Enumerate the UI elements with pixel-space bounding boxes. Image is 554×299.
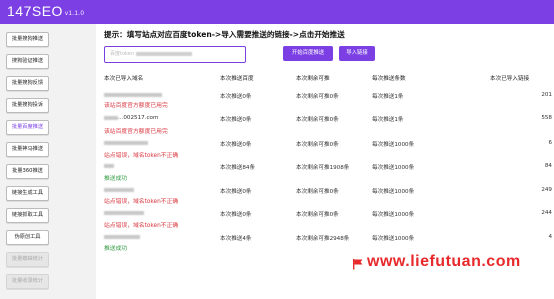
domain-suffix: ...002517.com	[118, 115, 159, 121]
row-status-message: 站点错误，域名token不正确	[104, 199, 179, 205]
table-row-remaining: 本次剩余可推0条	[296, 212, 339, 218]
sidebar-item-baidu-push[interactable]: 批量百度推送	[6, 120, 49, 135]
table-row-remaining: 本次剩余可推2948条	[296, 236, 350, 242]
sidebar-item-link-generator[interactable]: 链接生成工具	[6, 186, 49, 201]
table-row-imported: 249	[541, 187, 552, 193]
table-row-domain: ...002517.com	[104, 115, 158, 121]
sidebar-item-spider-stats[interactable]: 批量蜘蛛统计	[6, 252, 49, 267]
row-status-message: 推送成功	[104, 246, 128, 252]
app-logo: 147SEO v1.1.0	[7, 3, 84, 19]
table-row-remaining: 本次剩余可推0条	[296, 189, 339, 195]
sidebar-item-sogou-complaint[interactable]: 批量搜狗投诉	[6, 98, 49, 113]
table-row-pushed: 本次推送0条	[220, 189, 252, 195]
sidebar-item-sogou-feedback[interactable]: 批量搜狗反馈	[6, 76, 49, 91]
table-row-imported: 4	[548, 234, 552, 240]
table-row-domain	[104, 163, 114, 169]
table-row-domain	[104, 92, 162, 98]
sidebar-item-sogou-verify[interactable]: 搜狗验证推送	[6, 54, 49, 69]
table-row-imported: 201	[541, 92, 552, 98]
app-version: v1.1.0	[64, 11, 85, 17]
table-row-pushed: 本次推送4条	[220, 236, 252, 242]
table-row-pushed: 本次推送0条	[220, 212, 252, 218]
table-row-remaining: 本次剩余可推0条	[296, 117, 339, 123]
row-status-message: 推送成功	[104, 176, 128, 182]
column-header-imported: 本次已导入链接	[490, 76, 530, 82]
instruction-hint: 提示：填写站点对应百度token->导入需要推送的链接->点击开始推送	[104, 30, 345, 39]
table-row-pushed: 本次推送0条	[220, 94, 252, 100]
table-row-per-push: 每次推送1000条	[372, 236, 415, 242]
sidebar-item-index-stats[interactable]: 批量收录统计	[6, 274, 49, 289]
table-row-domain	[104, 187, 134, 193]
title-bar: 147SEO v1.1.0	[0, 0, 554, 24]
sidebar-item-link-crawler[interactable]: 链接抓取工具	[6, 208, 49, 223]
token-placeholder: 百度token	[110, 51, 134, 57]
row-status-message: 站点错误，域名token不正确	[104, 223, 179, 229]
column-header-per-push: 每次推送条数	[372, 76, 406, 82]
import-links-button[interactable]: 导入链接	[339, 46, 375, 61]
table-row-pushed: 本次推送0条	[220, 117, 252, 123]
table-row-per-push: 每次推送1000条	[372, 165, 415, 171]
table-row-per-push: 每次推送1000条	[372, 142, 415, 148]
table-row-pushed: 本次推送0条	[220, 142, 252, 148]
table-row-pushed: 本次推送84条	[220, 165, 256, 171]
watermark-flag-icon	[353, 259, 363, 270]
table-row-remaining: 本次剩余可推0条	[296, 142, 339, 148]
sidebar: 批量搜狗推送 搜狗验证推送 批量搜狗反馈 批量搜狗投诉 批量百度推送 批量神马推…	[0, 24, 96, 299]
table-row-per-push: 每次推送1条	[372, 117, 404, 123]
table-row-per-push: 每次推送1000条	[372, 189, 415, 195]
table-row-per-push: 每次推送1条	[372, 94, 404, 100]
baidu-token-input[interactable]: 百度token	[104, 46, 246, 63]
row-status-message: 该站百度官方额度已用完	[104, 129, 168, 135]
row-status-message: 站点错误，域名token不正确	[104, 153, 179, 159]
sidebar-item-shenma-push[interactable]: 批量神马推送	[6, 142, 49, 157]
row-status-message: 该站百度官方额度已用完	[104, 103, 168, 109]
sidebar-item-360-push[interactable]: 批量360推送	[6, 164, 49, 179]
start-baidu-push-button[interactable]: 开始百度推送	[283, 46, 333, 61]
table-row-remaining: 本次剩余可推0条	[296, 94, 339, 100]
table-row-imported: 558	[541, 115, 552, 121]
table-row-imported: 84	[544, 163, 552, 169]
watermark-text: www.liefutuan.com	[367, 253, 521, 270]
sidebar-item-pseudo-original[interactable]: 伪原创工具	[6, 230, 49, 245]
column-header-remaining: 本次剩余可推	[296, 76, 330, 82]
table-row-remaining: 本次剩余可推1908条	[296, 165, 350, 171]
table-row-imported: 6	[548, 140, 552, 146]
column-header-pushed: 本次推送百度	[220, 76, 254, 82]
app-name: 147SEO	[7, 3, 63, 19]
table-row-imported: 244	[541, 210, 552, 216]
column-header-domain: 本次已导入域名	[104, 76, 144, 82]
sidebar-item-sogou-push[interactable]: 批量搜狗推送	[6, 32, 49, 47]
table-row-domain	[104, 140, 148, 146]
table-row-domain	[104, 210, 144, 216]
table-row-per-push: 每次推送1000条	[372, 212, 415, 218]
table-row-domain	[104, 234, 140, 240]
redacted-token	[135, 51, 192, 56]
